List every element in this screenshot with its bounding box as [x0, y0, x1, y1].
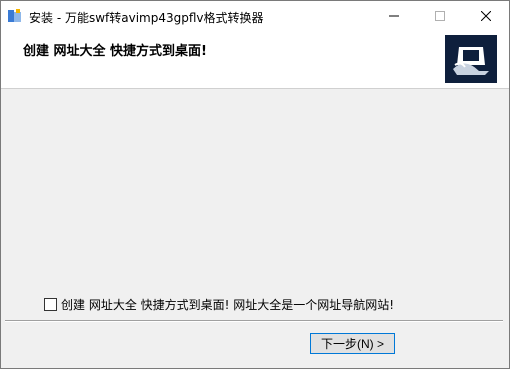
maximize-button [417, 1, 463, 31]
close-icon [481, 11, 491, 21]
installer-app-icon [7, 8, 23, 24]
next-button[interactable]: 下一步(N) > [310, 333, 395, 354]
window-title: 安装 - 万能swf转avimp43gpflv格式转换器 [29, 11, 264, 25]
title-bar[interactable]: 安装 - 万能swf转avimp43gpflv格式转换器 [1, 1, 509, 31]
footer-divider [5, 320, 503, 322]
shortcut-checkbox[interactable] [44, 298, 57, 311]
installer-window: 安装 - 万能swf转avimp43gpflv格式转换器 创建 网址大全 快捷方… [0, 0, 510, 369]
wizard-content: 创建 网址大全 快捷方式到桌面! 网址大全是一个网址导航网站! [1, 89, 509, 320]
minimize-button[interactable] [371, 1, 417, 31]
installer-logo-image [445, 35, 497, 83]
wizard-header: 创建 网址大全 快捷方式到桌面! [1, 31, 509, 89]
maximize-icon [435, 11, 445, 21]
shortcut-checkbox-label[interactable]: 创建 网址大全 快捷方式到桌面! 网址大全是一个网址导航网站! [61, 296, 394, 313]
page-title: 创建 网址大全 快捷方式到桌面! [23, 44, 207, 59]
shortcut-option[interactable]: 创建 网址大全 快捷方式到桌面! 网址大全是一个网址导航网站! [44, 296, 394, 313]
close-button[interactable] [463, 1, 509, 31]
minimize-icon [389, 15, 399, 17]
